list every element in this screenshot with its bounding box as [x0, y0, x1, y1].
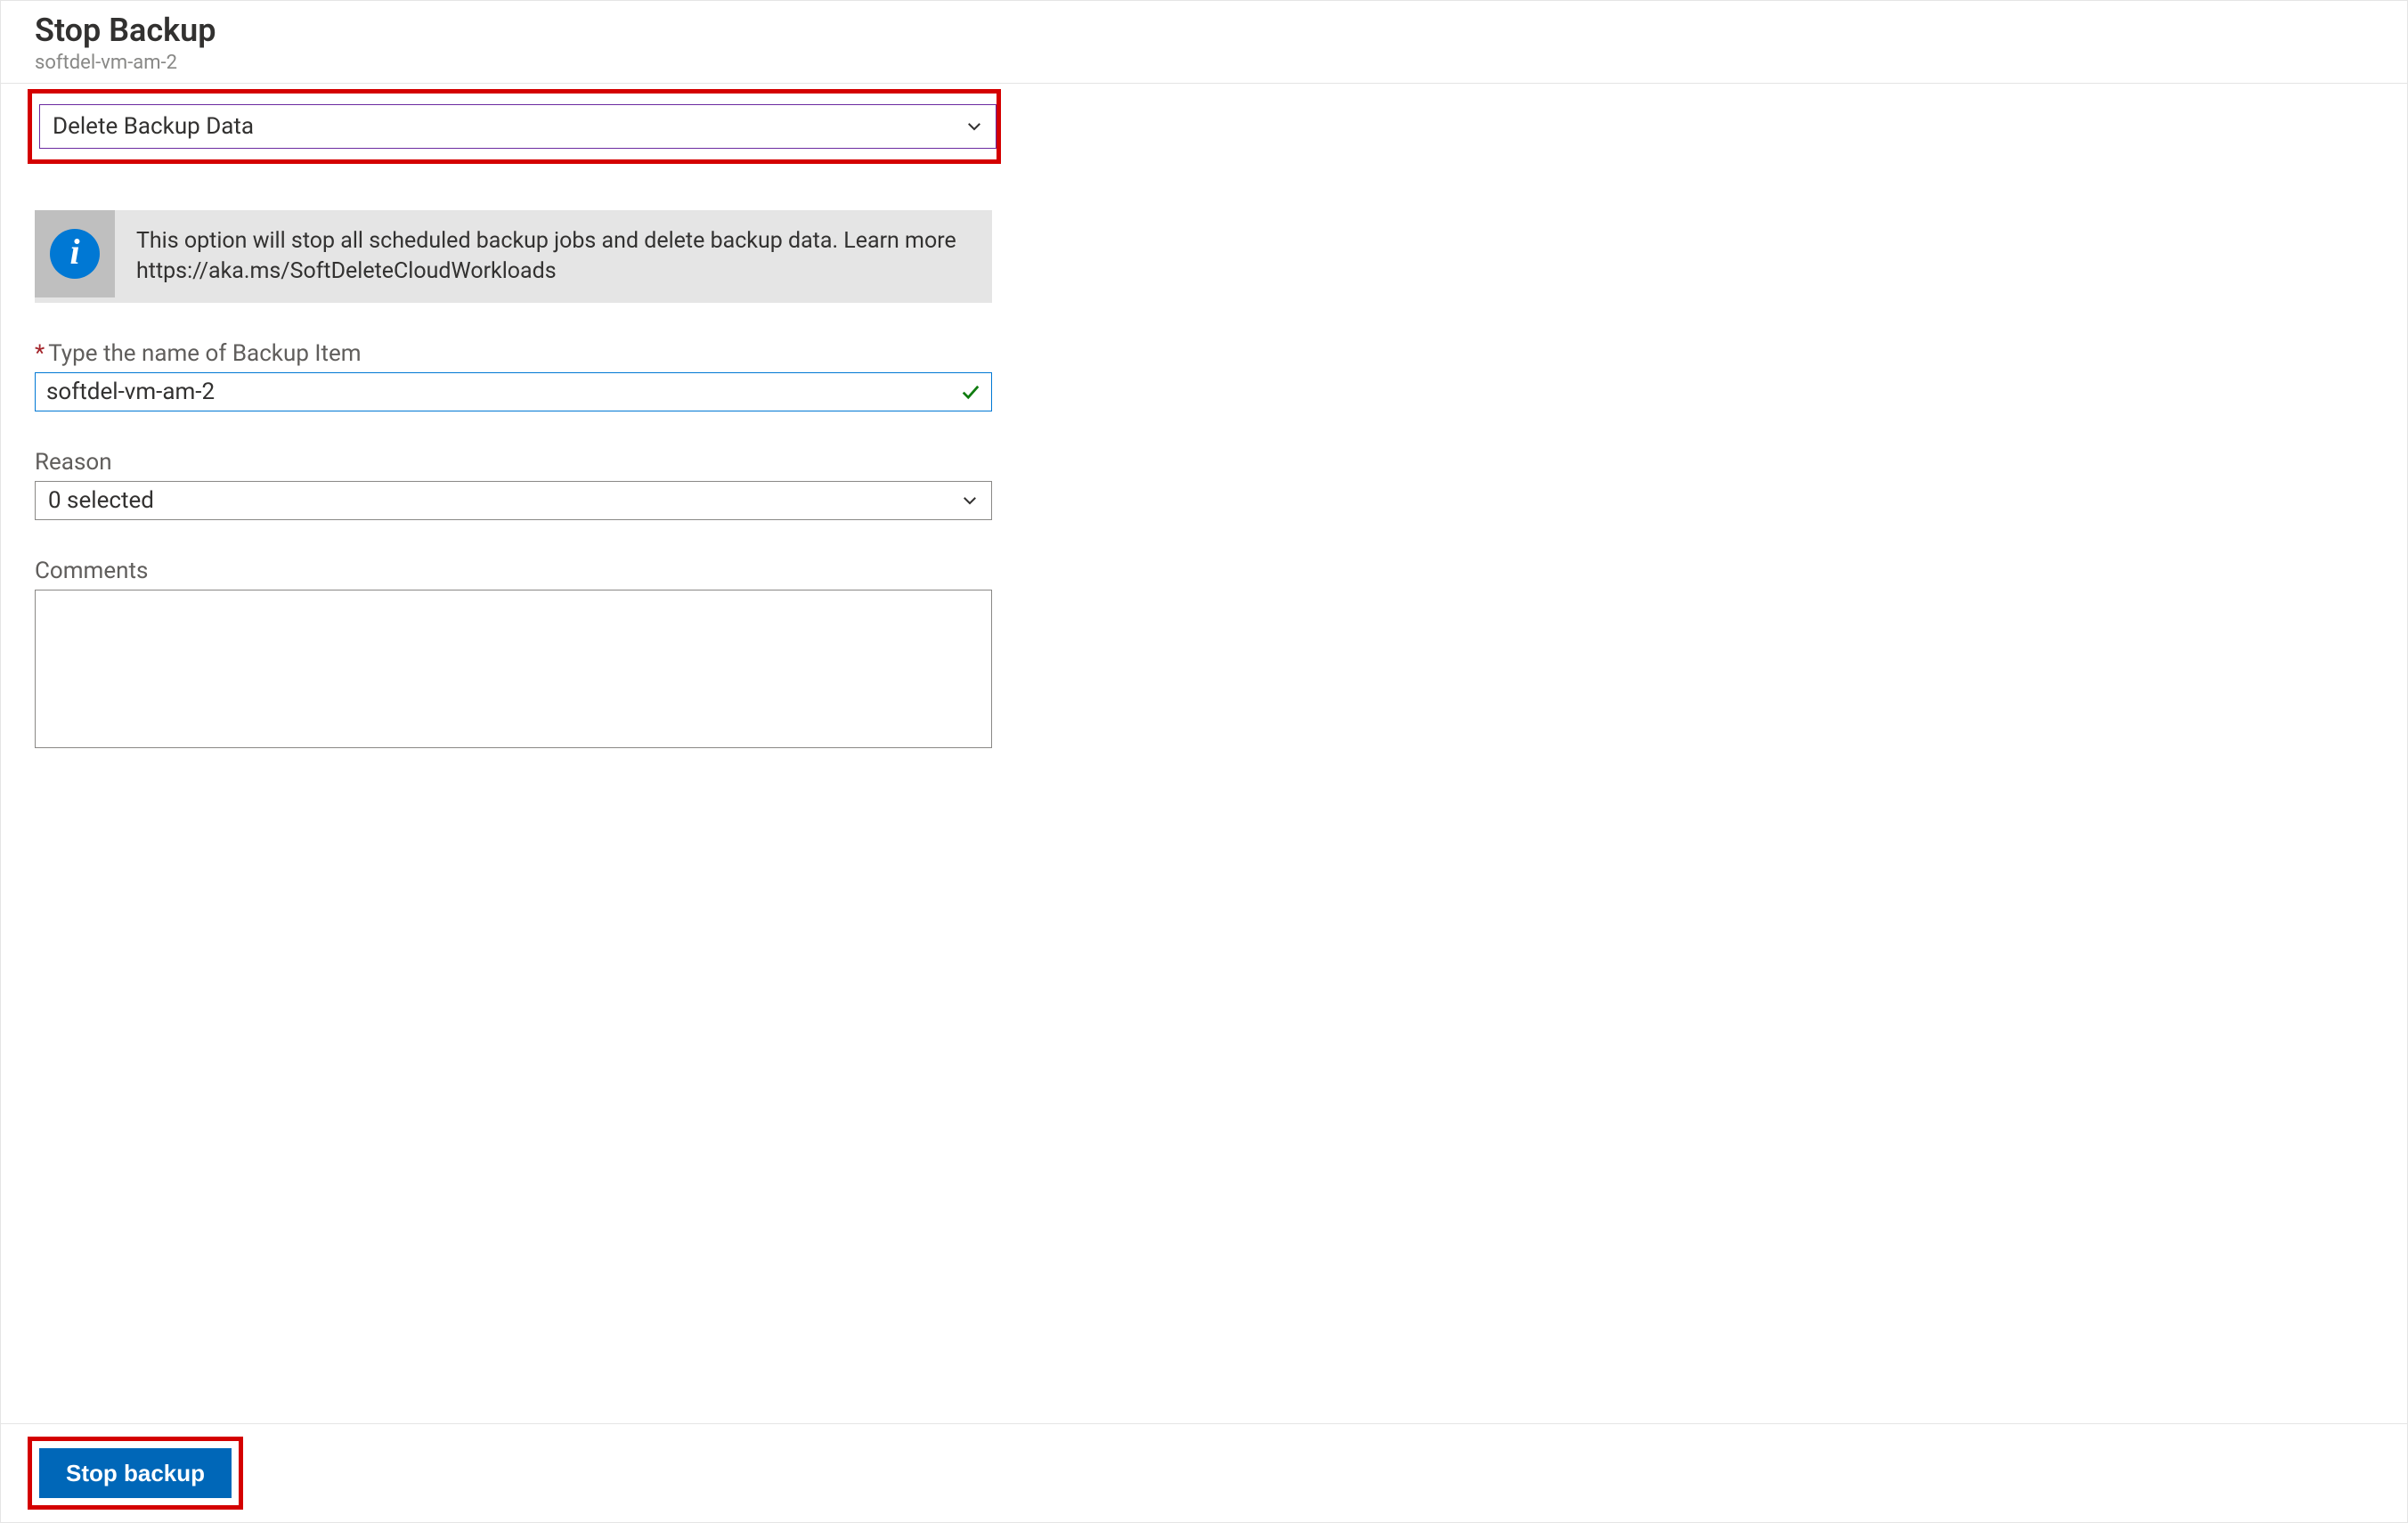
comments-label: Comments: [35, 558, 992, 584]
info-banner: i This option will stop all scheduled ba…: [35, 210, 992, 303]
action-dropdown[interactable]: Delete Backup Data: [39, 104, 997, 149]
chevron-down-icon: [965, 118, 983, 135]
stop-backup-button[interactable]: Stop backup: [39, 1448, 232, 1498]
info-icon-box: i: [35, 210, 115, 297]
info-icon: i: [50, 229, 100, 279]
reason-dropdown-selected: 0 selected: [48, 487, 154, 514]
blade-header: Stop Backup softdel-vm-am-2: [1, 1, 2407, 84]
comments-textarea[interactable]: [35, 590, 992, 748]
action-dropdown-selected: Delete Backup Data: [53, 113, 254, 140]
resource-name: softdel-vm-am-2: [35, 52, 2373, 74]
page-title: Stop Backup: [35, 12, 2373, 50]
blade-footer: Stop backup: [1, 1423, 2407, 1522]
backup-item-name-input[interactable]: softdel-vm-am-2: [35, 372, 992, 411]
backup-item-name-label: *Type the name of Backup Item: [35, 340, 992, 367]
validation-check-icon: [961, 382, 980, 402]
chevron-down-icon: [961, 492, 979, 509]
highlight-submit-button: Stop backup: [28, 1437, 243, 1510]
backup-item-name-value: softdel-vm-am-2: [46, 379, 215, 405]
info-message: This option will stop all scheduled back…: [115, 210, 992, 303]
highlight-action-dropdown: Delete Backup Data: [28, 89, 1001, 164]
reason-label: Reason: [35, 449, 992, 476]
reason-dropdown[interactable]: 0 selected: [35, 481, 992, 520]
